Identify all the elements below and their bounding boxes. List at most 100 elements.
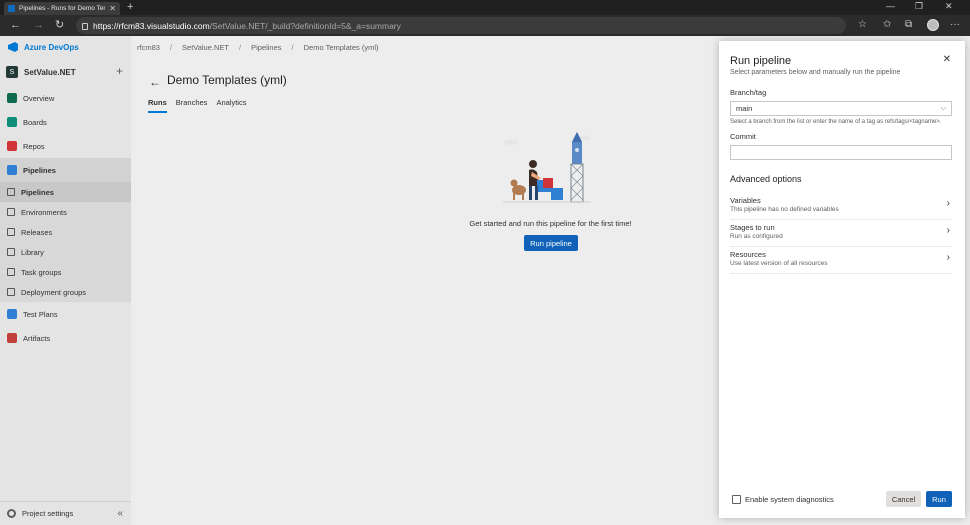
- browser-tab[interactable]: Pipelines - Runs for Demo Temp ✕: [4, 2, 120, 15]
- sub-item-label: Environments: [21, 207, 67, 217]
- test-plans-icon: [7, 309, 17, 319]
- forward-icon[interactable]: →: [33, 19, 44, 31]
- lock-icon: [82, 23, 88, 30]
- cancel-button[interactable]: Cancel: [886, 491, 921, 507]
- maximize-icon[interactable]: ❐: [915, 1, 923, 12]
- run-button[interactable]: Run: [926, 491, 952, 507]
- back-arrow-icon[interactable]: ←: [149, 75, 161, 89]
- browser-tab-title: Pipelines - Runs for Demo Temp: [19, 5, 106, 12]
- option-title: Resources: [730, 250, 766, 259]
- breadcrumb-pipelines[interactable]: Pipelines: [251, 43, 281, 52]
- profile-avatar[interactable]: [927, 19, 939, 31]
- new-tab-icon[interactable]: +: [127, 1, 133, 13]
- breadcrumb-separator: /: [291, 43, 294, 52]
- run-pipeline-panel: Run pipeline Select parameters below and…: [719, 41, 965, 518]
- pipelines-icon: [7, 165, 17, 175]
- nav-item-boards[interactable]: Boards: [0, 110, 131, 134]
- sub-item-library[interactable]: Library: [0, 242, 131, 262]
- minimize-icon[interactable]: —: [886, 1, 895, 11]
- chevron-right-icon: ›: [946, 252, 950, 263]
- breadcrumb-separator: /: [169, 43, 173, 52]
- sub-item-label: Deployment groups: [21, 287, 87, 297]
- nav-item-pipelines[interactable]: Pipelines: [0, 158, 131, 182]
- task-groups-icon: [7, 268, 15, 276]
- collections-icon[interactable]: ⧉: [905, 19, 912, 30]
- branch-value: main: [736, 104, 753, 113]
- nav-item-label: Boards: [23, 117, 47, 127]
- run-pipeline-button[interactable]: Run pipeline: [524, 235, 578, 251]
- url-field[interactable]: https://rfcm83.visualstudio.com /SetValu…: [76, 17, 846, 34]
- option-title: Variables: [730, 196, 761, 205]
- close-tab-icon[interactable]: ✕: [109, 4, 116, 13]
- gear-icon: [7, 509, 16, 518]
- pipelines-sub-icon: [7, 188, 15, 196]
- branch-hint: Select a branch from the list or enter t…: [730, 119, 942, 125]
- rocket-launch-illustration: [503, 132, 591, 203]
- favorite-star-icon[interactable]: ☆: [858, 19, 867, 30]
- project-header[interactable]: S SetValue.NET +: [0, 58, 131, 86]
- option-subtitle: Use latest version of all resources: [730, 260, 828, 267]
- breadcrumb: rfcm83 / SetValue.NET / Pipelines / Demo…: [137, 43, 379, 52]
- address-bar-row: ← → ↻ https://rfcm83.visualstudio.com /S…: [0, 15, 970, 36]
- brand-name: Azure DevOps: [24, 42, 79, 52]
- sub-item-label: Pipelines: [21, 187, 54, 197]
- repos-icon: [7, 141, 17, 151]
- sub-item-label: Library: [21, 247, 44, 257]
- close-icon[interactable]: ✕: [943, 54, 951, 65]
- nav-item-overview[interactable]: Overview: [0, 86, 131, 110]
- breadcrumb-pipeline[interactable]: Demo Templates (yml): [304, 43, 379, 52]
- option-variables[interactable]: Variables This pipeline has no defined v…: [730, 193, 952, 220]
- panel-subtitle: Select parameters below and manually run…: [730, 69, 901, 76]
- sub-item-label: Releases: [21, 227, 53, 237]
- more-icon[interactable]: ···: [950, 19, 960, 30]
- panel-title: Run pipeline: [730, 55, 792, 67]
- branch-label: Branch/tag: [730, 88, 767, 97]
- page-title: Demo Templates (yml): [167, 73, 287, 87]
- project-name: SetValue.NET: [24, 67, 76, 77]
- nav-item-artifacts[interactable]: Artifacts: [0, 326, 131, 350]
- project-settings-label: Project settings: [22, 509, 74, 518]
- url-path: /SetValue.NET/_build?definitionId=5&_a=s…: [209, 20, 401, 31]
- brand-header[interactable]: Azure DevOps: [0, 36, 131, 58]
- option-subtitle: This pipeline has no defined variables: [730, 206, 839, 213]
- sub-item-task-groups[interactable]: Task groups: [0, 262, 131, 282]
- page-tabs: Runs Branches Analytics: [148, 98, 246, 113]
- tab-analytics[interactable]: Analytics: [216, 98, 246, 113]
- browser-tab-strip: Pipelines - Runs for Demo Temp ✕ + — ❐ ✕: [0, 0, 970, 15]
- tab-runs[interactable]: Runs: [148, 98, 167, 113]
- sub-item-releases[interactable]: Releases: [0, 222, 131, 242]
- artifacts-icon: [7, 333, 17, 343]
- favorites-icon[interactable]: ✩: [883, 19, 891, 30]
- environments-icon: [7, 208, 15, 216]
- breadcrumb-project[interactable]: SetValue.NET: [182, 43, 229, 52]
- sub-item-pipelines[interactable]: Pipelines: [0, 182, 131, 202]
- sub-item-deployment-groups[interactable]: Deployment groups: [0, 282, 131, 302]
- nav-item-test-plans[interactable]: Test Plans: [0, 302, 131, 326]
- nav-item-label: Test Plans: [23, 309, 58, 319]
- sub-item-environments[interactable]: Environments: [0, 202, 131, 222]
- sub-item-label: Task groups: [21, 267, 62, 277]
- nav-item-repos[interactable]: Repos: [0, 134, 131, 158]
- option-subtitle: Run as configured: [730, 233, 783, 240]
- chevron-down-icon: ⌵: [940, 105, 946, 112]
- azure-devops-favicon-icon: [8, 5, 15, 12]
- project-settings[interactable]: Project settings «: [0, 501, 131, 525]
- back-icon[interactable]: ←: [10, 19, 21, 31]
- panel-footer: Enable system diagnostics Cancel Run: [719, 490, 965, 510]
- tab-branches[interactable]: Branches: [176, 98, 208, 113]
- left-navigation: Azure DevOps S SetValue.NET + Overview B…: [0, 36, 131, 525]
- collapse-nav-icon[interactable]: «: [117, 508, 123, 519]
- diagnostics-label[interactable]: Enable system diagnostics: [745, 495, 834, 504]
- option-stages-to-run[interactable]: Stages to run Run as configured ›: [730, 220, 952, 247]
- option-resources[interactable]: Resources Use latest version of all reso…: [730, 247, 952, 274]
- refresh-icon[interactable]: ↻: [55, 19, 64, 31]
- breadcrumb-org[interactable]: rfcm83: [137, 43, 160, 52]
- chevron-right-icon: ›: [946, 225, 950, 236]
- add-icon[interactable]: +: [116, 64, 123, 78]
- nav-item-label: Artifacts: [23, 333, 51, 343]
- window-close-icon[interactable]: ✕: [945, 1, 953, 12]
- diagnostics-checkbox[interactable]: [732, 495, 741, 504]
- branch-select[interactable]: main ⌵: [730, 101, 952, 116]
- commit-input[interactable]: [730, 145, 952, 160]
- url-host: https://rfcm83.visualstudio.com: [93, 20, 210, 31]
